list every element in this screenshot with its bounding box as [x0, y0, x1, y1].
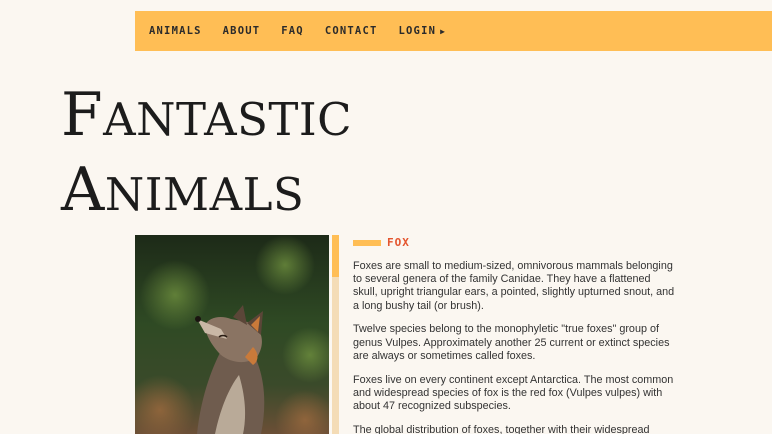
nav-login[interactable]: LOGIN ▶	[399, 25, 447, 37]
section-header: FOX	[353, 236, 410, 249]
title-line-2: ANIMALS	[61, 157, 352, 232]
article-paragraph: Foxes live on every continent except Ant…	[353, 373, 674, 413]
nav-faq[interactable]: FAQ	[281, 25, 304, 37]
article-body: Foxes are small to medium-sized, omnivor…	[353, 260, 675, 434]
accent-bar	[332, 235, 339, 434]
article-paragraph: Twelve species belong to the monophyleti…	[353, 323, 670, 362]
nav-login-label: LOGIN	[398, 25, 437, 37]
section-label: FOX	[387, 236, 410, 249]
page-title: FANTASTIC ANIMALS	[61, 82, 352, 232]
top-navbar: ANIMALS ABOUT FAQ CONTACT LOGIN ▶	[135, 11, 772, 51]
title-line-1: FANTASTIC	[61, 82, 352, 157]
title-line-1-initial: F	[61, 80, 104, 150]
section-dash	[353, 239, 381, 246]
fox-photo	[135, 235, 329, 434]
nav-about[interactable]: ABOUT	[223, 25, 261, 37]
caret-right-icon: ▶	[440, 27, 447, 36]
title-line-1-rest: ANTASTIC	[103, 93, 353, 146]
nav-animals[interactable]: ANIMALS	[149, 25, 202, 37]
title-line-2-initial: A	[61, 155, 105, 225]
article-paragraph: The global distribution of foxes, togeth…	[353, 423, 650, 434]
title-line-2-rest: NIMALS	[104, 168, 305, 221]
article-paragraph: Foxes are small to medium-sized, omnivor…	[353, 260, 675, 312]
nav-contact[interactable]: CONTACT	[325, 25, 378, 37]
